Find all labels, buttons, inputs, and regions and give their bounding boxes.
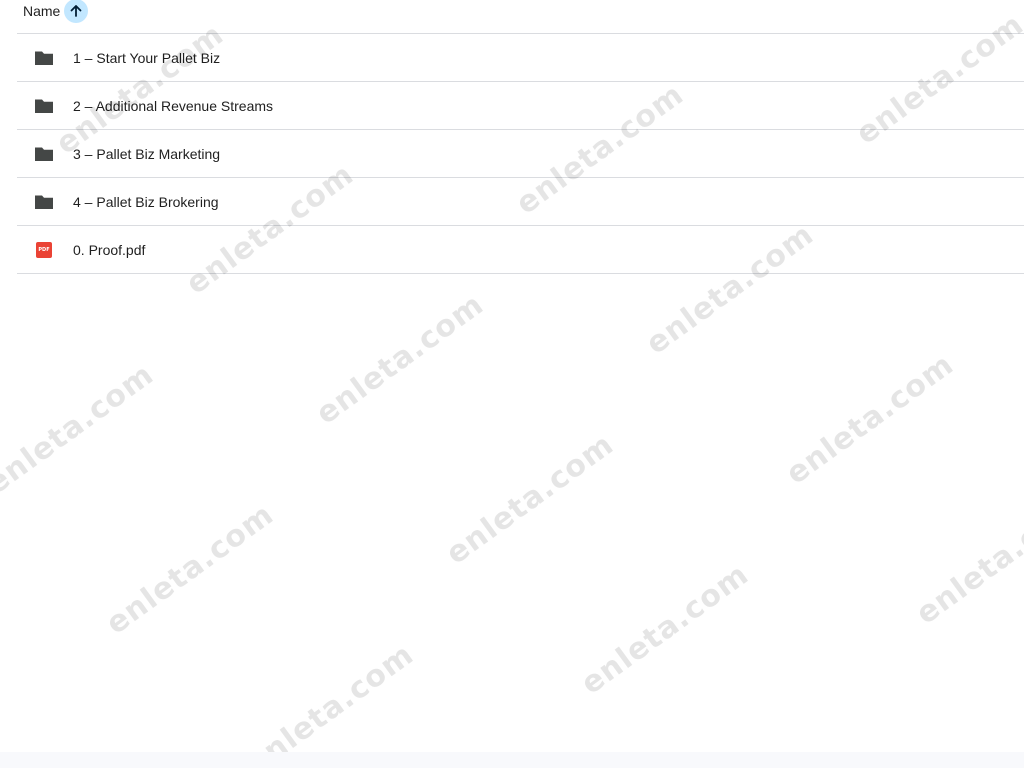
item-name: 2 – Additional Revenue Streams [73, 97, 274, 114]
folder-icon [34, 192, 54, 212]
list-item[interactable]: 1 – Start Your Pallet Biz [17, 34, 1024, 82]
pdf-badge: PDF [36, 241, 52, 258]
folder-icon [34, 96, 54, 116]
sort-ascending-button[interactable] [64, 0, 89, 23]
pdf-icon: PDF [34, 240, 54, 260]
list-item[interactable]: 4 – Pallet Biz Brokering [17, 178, 1024, 226]
list-item[interactable]: PDF 0. Proof.pdf [17, 226, 1024, 274]
folder-icon [34, 48, 54, 68]
name-column-label[interactable]: Name [23, 3, 60, 19]
watermark-text: enleta.com [0, 356, 161, 502]
folder-icon [34, 144, 54, 164]
item-name: 4 – Pallet Biz Brokering [73, 193, 219, 210]
item-name: 0. Proof.pdf [73, 241, 146, 258]
watermark-text: enleta.com [309, 286, 491, 432]
item-name: 3 – Pallet Biz Marketing [73, 145, 221, 162]
watermark-text: enleta.com [99, 496, 281, 642]
watermark-text: enleta.com [909, 486, 1024, 632]
list-item[interactable]: 2 – Additional Revenue Streams [17, 82, 1024, 130]
watermark-text: enleta.com [239, 636, 421, 768]
footer-bar [0, 752, 1024, 768]
list-item[interactable]: 3 – Pallet Biz Marketing [17, 130, 1024, 178]
watermark-text: enleta.com [439, 426, 621, 572]
watermark-text: enleta.com [574, 556, 756, 702]
file-browser: Name 1 – Start Your Pallet Biz 2 – Addit… [0, 0, 1024, 768]
arrow-up-icon [70, 5, 82, 17]
column-header: Name [23, 0, 89, 23]
file-list: 1 – Start Your Pallet Biz 2 – Additional… [17, 33, 1024, 274]
watermark-text: enleta.com [779, 346, 961, 492]
item-name: 1 – Start Your Pallet Biz [73, 49, 221, 66]
